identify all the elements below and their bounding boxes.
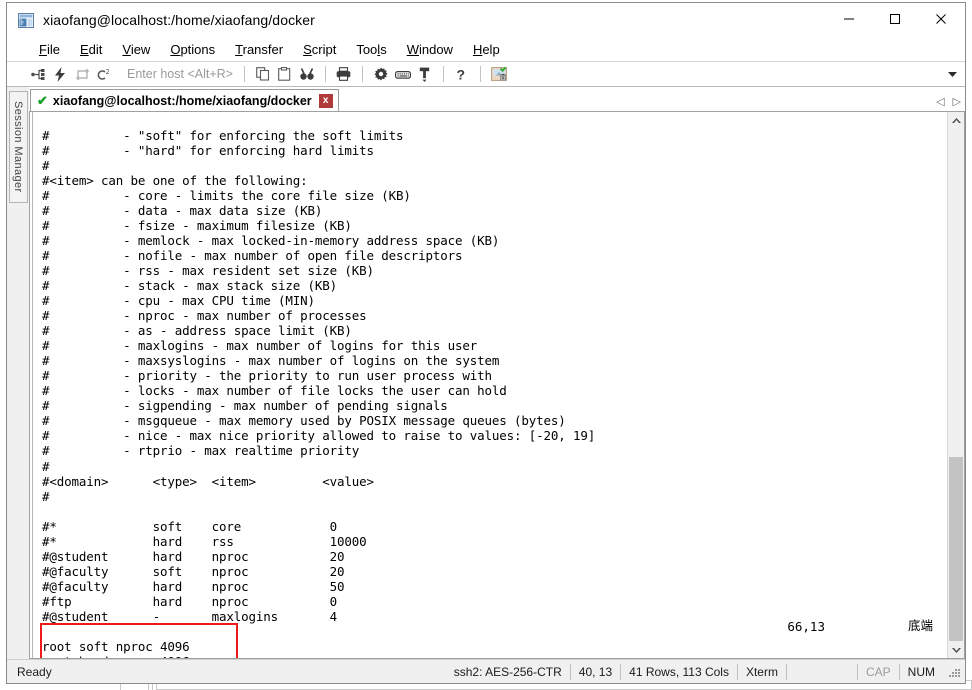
help-question-icon[interactable]: ? (451, 63, 473, 85)
svg-text:2: 2 (106, 68, 110, 76)
menu-label-tools-rest: s (380, 41, 387, 57)
status-num-lock: NUM (907, 664, 935, 679)
menu-item-options[interactable]: Options (160, 40, 225, 59)
menu-label-file-rest: ile (46, 41, 60, 57)
status-caps-lock: CAP (865, 664, 891, 679)
copy-icon[interactable] (252, 63, 274, 85)
menu-item-script[interactable]: Script (293, 40, 346, 59)
menu-bar: File Edit View Options Transfer Script T… (7, 37, 965, 61)
menu-label-transfer-rest: ransfer (242, 41, 284, 57)
menu-label-edit-rest: dit (88, 41, 103, 57)
scroll-down-arrow-icon[interactable] (948, 641, 964, 658)
menu-item-view[interactable]: View (112, 40, 160, 59)
print-icon[interactable] (333, 63, 355, 85)
find-icon[interactable] (296, 63, 318, 85)
status-state: Ready (17, 664, 52, 679)
close-button[interactable] (918, 3, 964, 35)
paste-icon[interactable] (274, 63, 296, 85)
menu-item-transfer[interactable]: Transfer (225, 40, 293, 59)
svg-text:?: ? (457, 67, 466, 82)
end-of-buffer-indicator: 底端 (907, 619, 933, 633)
terminal-column: ✔ xiaofang@localhost:/home/xiaofang/dock… (29, 87, 965, 659)
menu-item-file[interactable]: File (29, 40, 70, 59)
title-bar: xiaofang@localhost:/home/xiaofang/docker (7, 3, 965, 37)
window-controls (826, 3, 964, 35)
status-dimensions: 41 Rows, 113 Cols (629, 664, 729, 679)
menu-label-help-rest: elp (482, 41, 500, 57)
status-bar: Ready ssh2: AES-256-CTR 40, 13 41 Rows, … (7, 659, 965, 683)
toolbar-separator (479, 66, 481, 82)
session-manager-tab[interactable]: Session Manager (8, 91, 28, 203)
menu-item-tools[interactable]: Tools (346, 40, 396, 59)
menu-item-help[interactable]: Help (463, 40, 510, 59)
menu-item-window[interactable]: Window (397, 40, 463, 59)
disconnect-icon[interactable]: 2 (93, 63, 115, 85)
terminal-app-icon (18, 12, 34, 28)
tab-next-icon[interactable]: ▷ (953, 97, 961, 108)
toolbar-overflow-chevron-down-icon[interactable] (948, 65, 957, 83)
reconnect-icon[interactable] (71, 63, 93, 85)
terminal-frame: # - "soft" for enforcing the soft limits… (29, 111, 965, 659)
keyboard-icon[interactable] (392, 63, 414, 85)
scrollbar-track[interactable] (948, 129, 964, 641)
scrollbar-thumb[interactable] (949, 456, 963, 641)
tab-nav-buttons: ◁ ▷ (936, 97, 961, 108)
minimize-button[interactable] (826, 3, 872, 35)
scroll-up-arrow-icon[interactable] (948, 112, 964, 129)
tab-strip: ✔ xiaofang@localhost:/home/xiaofang/dock… (29, 87, 965, 111)
cursor-position-indicator: 66,13 (787, 619, 825, 634)
window-title: xiaofang@localhost:/home/xiaofang/docker (43, 12, 315, 28)
tab-session-docker[interactable]: ✔ xiaofang@localhost:/home/xiaofang/dock… (30, 89, 339, 111)
menu-label-window-rest: indow (418, 41, 453, 57)
status-cipher: ssh2: AES-256-CTR (453, 664, 562, 679)
status-blank-cell (787, 660, 857, 683)
terminal-left-margin (30, 112, 33, 658)
menu-item-edit[interactable]: Edit (70, 40, 112, 59)
menu-label-script-rest: cript (311, 41, 337, 57)
quick-connect-icon[interactable] (49, 63, 71, 85)
toolbar: 2 Enter host <Alt+R> ? (7, 61, 965, 87)
key-icon[interactable] (414, 63, 436, 85)
session-manager-rail: Session Manager (7, 87, 29, 659)
tab-label: xiaofang@localhost:/home/xiaofang/docker (52, 93, 312, 108)
application-window: xiaofang@localhost:/home/xiaofang/docker… (6, 2, 966, 684)
settings-gear-icon[interactable] (370, 63, 392, 85)
tab-prev-icon[interactable]: ◁ (936, 97, 944, 108)
toolbar-separator (361, 66, 363, 82)
toolbar-separator (243, 66, 245, 82)
status-emulation: Xterm (745, 664, 778, 679)
maximize-button[interactable] (872, 3, 918, 35)
resize-grip-icon[interactable] (947, 665, 961, 679)
menu-label-view-rest: iew (130, 41, 151, 57)
menu-label-options-rest: ptions (180, 41, 216, 57)
green-check-icon: ✔ (37, 93, 48, 108)
tab-close-icon[interactable]: x (318, 93, 333, 108)
status-cursor: 40, 13 (578, 664, 613, 679)
terminal-text: # - "soft" for enforcing the soft limits… (42, 127, 596, 659)
connect-icon[interactable] (27, 63, 49, 85)
toolbar-separator (442, 66, 444, 82)
toolbar-separator (324, 66, 326, 82)
terminal-screen[interactable]: # - "soft" for enforcing the soft limits… (30, 112, 947, 658)
host-input[interactable]: Enter host <Alt+R> (123, 65, 237, 83)
session-manager-label: Session Manager (12, 101, 24, 193)
vertical-scrollbar[interactable] (947, 112, 964, 658)
session-options-icon[interactable] (488, 63, 510, 85)
window-body: Session Manager ✔ xiaofang@localhost:/ho… (7, 87, 965, 659)
